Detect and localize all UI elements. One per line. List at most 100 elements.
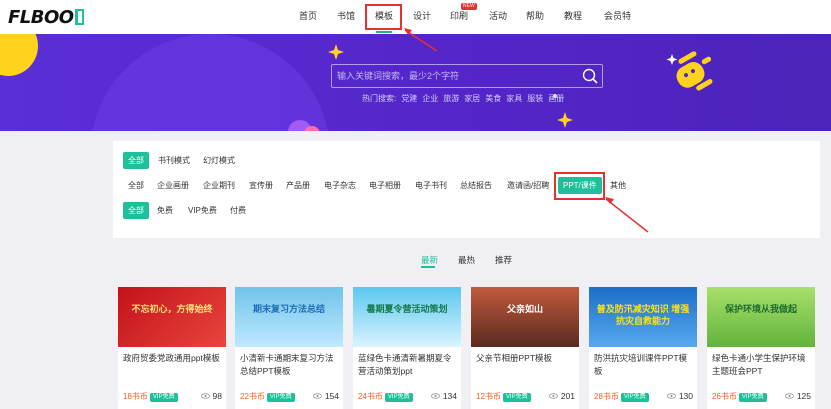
thumbnail-text: 暑期夏令营活动策划 [366, 304, 448, 314]
template-card[interactable]: 期末复习方法总结小清新卡通期末复习方法总结PPT模板 22书币 VIP免费 154 [235, 287, 343, 409]
view-count-value: 201 [560, 391, 575, 401]
template-card[interactable]: 普及防汛减灾知识 增强抗灾自救能力防洪抗灾培训课件PPT模板 28书币 VIP免费 1… [589, 287, 697, 409]
filter-tag[interactable]: 宣传册 [244, 177, 278, 194]
filter-tag[interactable]: 电子书刊 [410, 177, 452, 194]
hot-search-terms: 热门搜索: 党建 企业 旅游 家居 美食 家具 服装 画册 [362, 93, 569, 104]
thumbnail-text: 不忘初心，方得始终 [131, 304, 213, 314]
hot-search-term[interactable]: 旅游 [443, 93, 459, 104]
nav-item-label: 书馆 [336, 11, 355, 21]
search-box [331, 64, 603, 88]
vip-free-badge: VIP免费 [620, 393, 649, 402]
template-thumbnail[interactable]: 期末复习方法总结 [235, 287, 343, 347]
filter-tag[interactable]: 全部 [123, 177, 149, 194]
sort-tab[interactable]: 推荐 [495, 254, 512, 266]
filter-tag[interactable]: 幻灯模式 [198, 152, 240, 169]
filter-tag[interactable]: VIP免费 [183, 202, 222, 219]
filter-tag[interactable]: 全部 [123, 152, 149, 169]
nav-item-label: 帮助 [525, 11, 544, 21]
template-thumbnail[interactable]: 暑期夏令营活动策划 [353, 287, 461, 347]
filter-tag[interactable]: 全部 [123, 202, 149, 219]
sort-tab[interactable]: 最新 [421, 254, 438, 266]
filter-tag[interactable]: 电子相册 [364, 177, 406, 194]
sort-tab[interactable]: 最热 [458, 254, 475, 266]
filter-tag[interactable]: 付费 [225, 202, 251, 219]
nav-item-0[interactable]: 首页 [298, 0, 318, 34]
price-value: 18书币 [123, 392, 148, 401]
hot-search-term[interactable]: 家居 [464, 93, 480, 104]
template-title[interactable]: 绿色卡通小学生保护环境主题班会PPT [712, 352, 812, 378]
eye-icon [666, 393, 676, 399]
hot-search-term[interactable]: 服装 [527, 93, 543, 104]
search-input[interactable] [332, 65, 572, 87]
view-count: 98 [200, 391, 222, 401]
flbook-logo[interactable]: FLBOO [8, 6, 84, 28]
eye-icon [200, 393, 210, 399]
eye-icon [784, 393, 794, 399]
template-thumbnail[interactable]: 保护环境从我做起 [707, 287, 815, 347]
filter-tag[interactable]: 企业期刊 [198, 177, 240, 194]
template-title[interactable]: 小清新卡通期末复习方法总结PPT模板 [240, 352, 340, 378]
template-thumbnail[interactable]: 不忘初心，方得始终 [118, 287, 226, 347]
template-title[interactable]: 政府贸委党政通用ppt模板 [123, 352, 223, 365]
nav-item-1[interactable]: 书馆 [336, 0, 356, 34]
nav-item-8[interactable]: 会员特权 [600, 0, 635, 53]
vip-free-badge: VIP免费 [149, 393, 178, 402]
nav-item-2[interactable]: 模板 [374, 0, 394, 34]
template-title[interactable]: 防洪抗灾培训课件PPT模板 [594, 352, 694, 378]
sun-shape [0, 34, 38, 76]
filter-tag[interactable]: 企业画册 [152, 177, 194, 194]
view-count-value: 130 [678, 391, 693, 401]
hot-search-term[interactable]: 党建 [401, 93, 417, 104]
hot-search-label: 热门搜索: [362, 94, 397, 103]
eye-icon [312, 393, 322, 399]
nav-item-7[interactable]: 教程 [563, 0, 583, 34]
template-card[interactable]: 保护环境从我做起绿色卡通小学生保护环境主题班会PPT 26书币 VIP免费 125 [707, 287, 815, 409]
hot-search-term[interactable]: 家具 [506, 93, 522, 104]
template-price: 12书币 VIP免费 [476, 391, 531, 402]
top-navigation-bar: FLBOO 首页 书馆 模板 设计 印刷NEW 活动 帮助 教程 会员特权 [0, 0, 831, 53]
hot-search-term[interactable]: 画册 [548, 93, 564, 104]
thumbnail-text: 父亲如山 [506, 304, 543, 314]
template-card[interactable]: 不忘初心，方得始终 政府贸委党政通用ppt模板 18书币 VIP免费 98 [118, 287, 226, 409]
filter-tag[interactable]: PPT/课件 [558, 177, 602, 194]
eye-icon [548, 393, 558, 399]
filter-tag[interactable]: 书刊模式 [153, 152, 195, 169]
thumbnail-text: 期末复习方法总结 [252, 304, 325, 314]
search-icon[interactable] [582, 68, 598, 84]
new-badge: NEW [461, 3, 477, 10]
thumbnail-text: 普及防汛减灾知识 增强抗灾自救能力 [596, 304, 690, 326]
filter-tag[interactable]: 电子杂志 [319, 177, 361, 194]
vip-free-badge: VIP免费 [502, 393, 531, 402]
template-card[interactable]: 暑期夏令营活动策划 蓝绿色卡通清新暑期夏令营活动策划ppt 24书币 VIP免费 134 [353, 287, 461, 409]
vip-free-badge: VIP免费 [384, 393, 413, 402]
filter-tag[interactable]: 总结报告 [455, 177, 497, 194]
view-count-value: 154 [324, 391, 339, 401]
vip-free-badge: VIP免费 [266, 393, 295, 402]
nav-item-3[interactable]: 设计 [412, 0, 432, 34]
view-count-value: 125 [796, 391, 811, 401]
nav-item-label: 首页 [298, 11, 317, 21]
template-thumbnail[interactable]: 普及防汛减灾知识 增强抗灾自救能力 [589, 287, 697, 347]
price-value: 22书币 [240, 392, 265, 401]
thumbnail-text: 保护环境从我做起 [724, 304, 797, 314]
nav-item-4[interactable]: 印刷 NEW [449, 0, 477, 34]
nav-item-6[interactable]: 帮助 [525, 0, 545, 34]
view-count: 201 [548, 391, 575, 401]
hot-search-term[interactable]: 企业 [422, 93, 438, 104]
price-value: 28书币 [594, 392, 619, 401]
sort-active-underline [421, 266, 435, 268]
filter-tag[interactable]: 产品册 [281, 177, 315, 194]
template-title[interactable]: 父亲节相册PPT模板 [476, 352, 576, 365]
logo-text: FLBOO [8, 6, 74, 28]
hot-search-term[interactable]: 美食 [485, 93, 501, 104]
template-thumbnail[interactable]: 父亲如山 [471, 287, 579, 347]
vip-free-badge: VIP免费 [738, 393, 767, 402]
filter-tag[interactable]: 邀请函/招聘 [502, 177, 554, 194]
template-price: 26书币 VIP免费 [712, 391, 767, 402]
filter-tag[interactable]: 其他 [605, 177, 631, 194]
template-price: 18书币 VIP免费 [123, 391, 178, 402]
nav-item-5[interactable]: 活动 [488, 0, 508, 34]
template-title[interactable]: 蓝绿色卡通清新暑期夏令营活动策划ppt [358, 352, 458, 378]
filter-tag[interactable]: 免费 [152, 202, 178, 219]
template-card[interactable]: 父亲如山父亲节相册PPT模板 12书币 VIP免费 201 [471, 287, 579, 409]
